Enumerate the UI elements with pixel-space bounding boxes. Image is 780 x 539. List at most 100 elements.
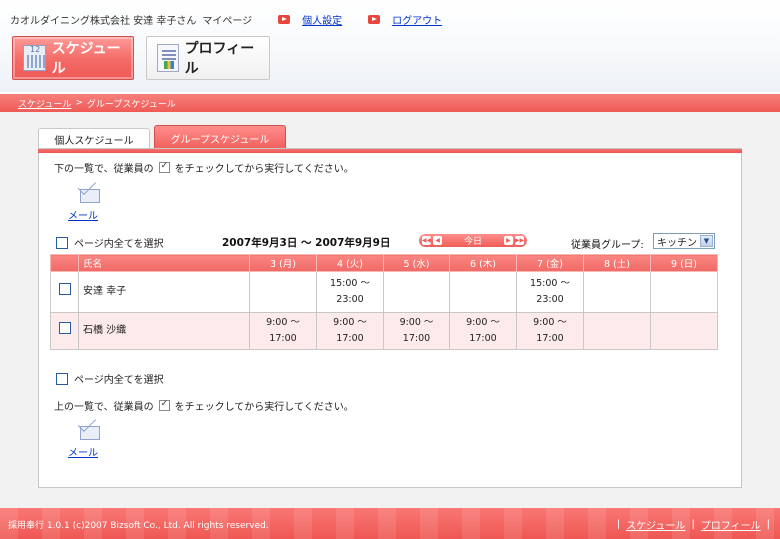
select-all-checkbox-bottom[interactable] [56, 372, 68, 385]
schedule-nav-button[interactable]: スケジュール [12, 36, 134, 80]
instruction-bottom-before: 上の一覧で、従業員の [54, 402, 154, 413]
calendar-icon [23, 45, 46, 71]
breadcrumb-schedule-link[interactable]: スケジュール [18, 97, 71, 110]
row-checkbox-cell [50, 312, 79, 350]
schedule-cell[interactable]: 9:00 〜 17:00 [516, 312, 584, 350]
mypage-label: マイページ [202, 15, 253, 27]
header-checkbox-column [50, 254, 79, 272]
select-all-label-bottom: ページ内全てを選択 [74, 375, 164, 386]
select-all-top[interactable]: ページ内全てを選択 [56, 235, 164, 250]
schedule-cell[interactable]: 15:00 〜 23:00 [316, 271, 384, 313]
instruction-bottom-after: をチェックしてから実行してください。 [174, 402, 354, 413]
shift-start: 9:00 〜 [533, 317, 567, 328]
row-checkbox[interactable] [58, 283, 71, 295]
header-day: 5 (水) [383, 254, 450, 272]
date-range: 2007年9月3日 〜 2007年9月9日 [222, 237, 391, 249]
employee-name: 石橋 沙織 [78, 312, 250, 350]
footer-separator: | [766, 519, 770, 530]
footer: 採用奉行 1.0.1 (c)2007 Bizsoft Co., Ltd. All… [0, 508, 780, 539]
checkbox-sample-icon [158, 399, 170, 411]
breadcrumb-separator: > [75, 98, 83, 108]
schedule-cell[interactable] [650, 312, 718, 350]
footer-copyright: 採用奉行 1.0.1 (c)2007 Bizsoft Co., Ltd. All… [8, 521, 269, 531]
schedule-table: 氏名 3 (月) 4 (火) 5 (水) 6 (木) 7 (金) 8 (土) 9… [50, 254, 718, 350]
instruction-top-before: 下の一覧で、従業員の [54, 164, 154, 175]
select-all-bottom[interactable]: ページ内全てを選択 [56, 371, 164, 386]
schedule-cell[interactable]: 9:00 〜 17:00 [249, 312, 317, 350]
chevron-down-icon[interactable]: ▼ [700, 235, 713, 247]
profile-nav-label: プロフィール [184, 41, 255, 77]
mail-icon[interactable] [80, 426, 100, 440]
footer-separator: | [691, 519, 695, 530]
shift-end: 17:00 [269, 333, 297, 344]
schedule-cell[interactable]: 9:00 〜 17:00 [449, 312, 517, 350]
prev-day-icon[interactable]: ◀ [433, 236, 442, 245]
mail-action-bottom[interactable]: メール [68, 426, 106, 459]
schedule-nav-label: スケジュール [51, 41, 121, 77]
schedule-cell[interactable]: 15:00 〜 23:00 [516, 271, 584, 313]
shift-end: 17:00 [536, 333, 564, 344]
mail-icon[interactable] [80, 189, 100, 203]
schedule-cell[interactable] [583, 271, 651, 313]
shift-start: 9:00 〜 [333, 317, 367, 328]
breadcrumb-current: グループスケジュール [86, 99, 176, 110]
employee-group-label: 従業員グループ: [571, 240, 644, 251]
tab-group-label: グループスケジュール [170, 134, 270, 146]
schedule-cell[interactable] [383, 271, 450, 313]
row-checkbox-cell [50, 271, 79, 313]
user-name-text: カオルダイニング株式会社 安達 幸子さん [10, 15, 197, 27]
shift-end: 23:00 [336, 294, 364, 305]
header-name: 氏名 [78, 254, 250, 272]
employee-group-selected: キッチン [657, 237, 697, 249]
instruction-bottom: 上の一覧で、従業員の をチェックしてから実行してください。 [54, 398, 354, 413]
next-week-icon[interactable]: ▶▶ [515, 236, 524, 245]
footer-profile-link[interactable]: プロフィール [701, 517, 761, 532]
profile-nav-button[interactable]: プロフィール [146, 36, 270, 80]
shift-end: 17:00 [336, 333, 364, 344]
footer-separator: | [616, 519, 621, 530]
footer-schedule-link[interactable]: スケジュール [626, 517, 685, 532]
header-user-line: カオルダイニング株式会社 安達 幸子さん マイページ 個人設定 ログアウト [10, 11, 442, 27]
schedule-cell[interactable] [449, 271, 517, 313]
tab-personal-schedule[interactable]: 個人スケジュール [38, 128, 150, 150]
today-button[interactable]: 今日 [464, 234, 482, 247]
prev-week-icon[interactable]: ◀◀ [422, 236, 431, 245]
checkbox-sample-icon [158, 161, 170, 173]
shift-start: 15:00 〜 [330, 278, 370, 289]
tab-group-schedule[interactable]: グループスケジュール [154, 125, 286, 150]
tab-underline [38, 149, 742, 153]
header-day: 7 (金) [516, 254, 584, 272]
profile-document-icon [157, 44, 179, 72]
employee-name: 安達 幸子 [78, 271, 250, 313]
header-day: 4 (火) [316, 254, 384, 272]
schedule-cell[interactable]: 9:00 〜 17:00 [316, 312, 384, 350]
footer-links: | スケジュール | プロフィール | [617, 517, 770, 532]
shift-start: 9:00 〜 [266, 317, 300, 328]
instruction-top-after: をチェックしてから実行してください。 [174, 164, 354, 175]
header-day: 9 (日) [650, 254, 718, 272]
mail-link-bottom[interactable]: メール [68, 444, 106, 459]
select-all-checkbox-top[interactable] [56, 236, 68, 249]
select-all-label-top: ページ内全てを選択 [74, 239, 164, 250]
row-checkbox[interactable] [58, 322, 71, 334]
employee-group-select[interactable]: キッチン ▼ [653, 233, 715, 249]
mail-link-top[interactable]: メール [68, 207, 106, 222]
settings-link[interactable]: 個人設定 [302, 12, 342, 27]
tab-personal-label: 個人スケジュール [54, 136, 134, 147]
header-day: 6 (木) [449, 254, 517, 272]
shift-start: 9:00 〜 [466, 317, 500, 328]
shift-end: 17:00 [469, 333, 497, 344]
schedule-cell[interactable] [583, 312, 651, 350]
next-day-icon[interactable]: ▶ [503, 236, 513, 245]
table-row: 安達 幸子 15:00 〜 23:00 15:00 〜 23:00 [50, 271, 718, 313]
settings-arrow-icon [278, 14, 291, 24]
header-day: 3 (月) [249, 254, 317, 272]
schedule-cell[interactable] [650, 271, 718, 313]
logout-link[interactable]: ログアウト [392, 12, 442, 27]
mail-action-top[interactable]: メール [68, 189, 106, 222]
shift-start: 15:00 〜 [530, 278, 570, 289]
instruction-top: 下の一覧で、従業員の をチェックしてから実行してください。 [54, 160, 354, 175]
schedule-cell[interactable]: 9:00 〜 17:00 [383, 312, 450, 350]
table-header-row: 氏名 3 (月) 4 (火) 5 (水) 6 (木) 7 (金) 8 (土) 9… [50, 254, 718, 272]
schedule-cell[interactable] [249, 271, 317, 313]
